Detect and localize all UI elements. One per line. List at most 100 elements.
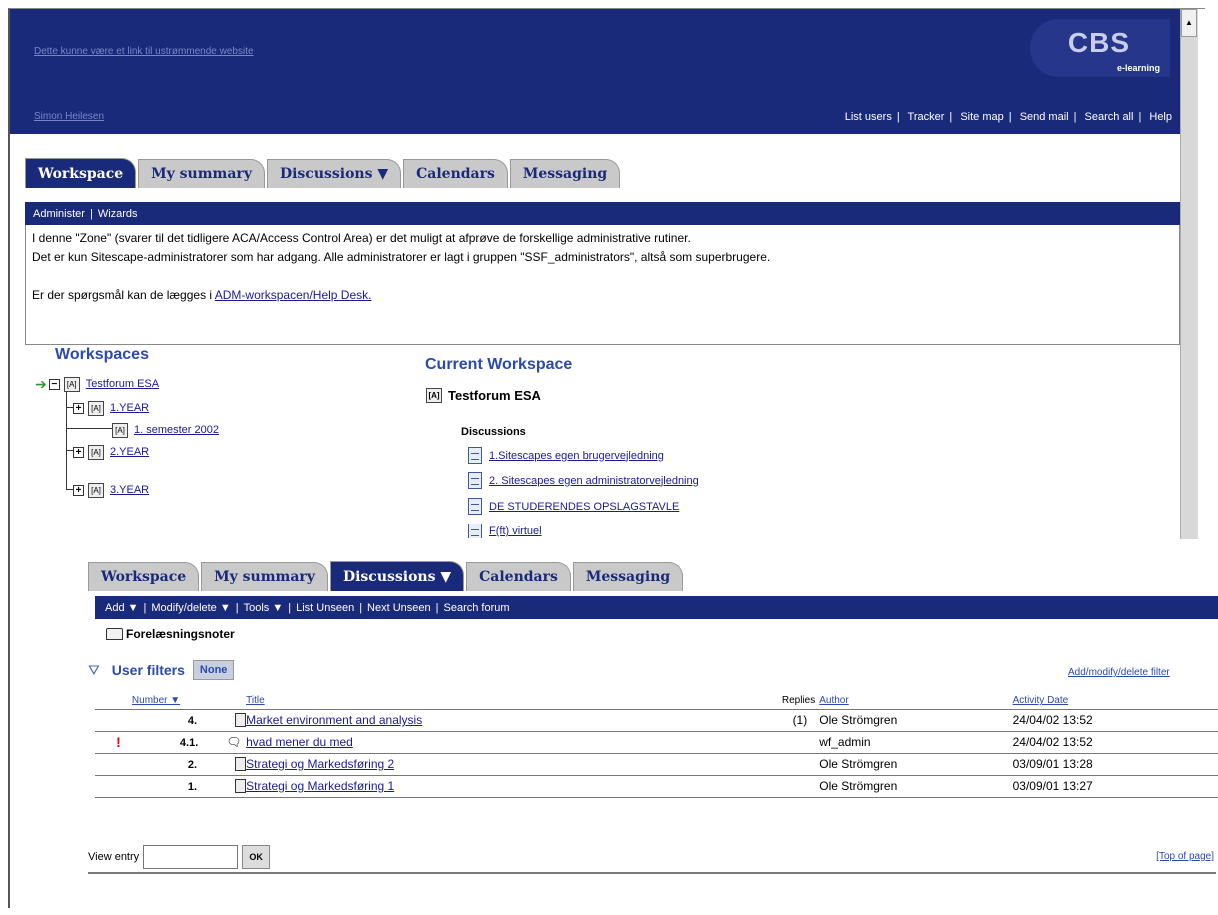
wizards-link[interactable]: Wizards	[98, 208, 138, 220]
discussion-link[interactable]: 1.Sitescapes egen brugervejledning	[489, 450, 664, 462]
collapse-icon[interactable]: −	[48, 378, 60, 390]
discussions-label: Discussions	[461, 426, 526, 438]
user-filters: ⛛ User filters None	[88, 660, 235, 680]
add-menu[interactable]: Add ▼	[105, 602, 139, 614]
discussion-toolbar: Add ▼ | Modify/delete ▼ | Tools ▼ | List Un…	[95, 596, 1218, 619]
tab-my-summary[interactable]: My summary	[138, 159, 265, 188]
entry-number: 1.	[187, 780, 198, 793]
table-row[interactable]: 4. Market environment and analysis (1) Ole …	[95, 708, 1218, 731]
modify-filters-link[interactable]: Add/modify/delete filter	[1068, 667, 1170, 678]
current-workspace-title: Current Workspace	[425, 356, 573, 373]
top-of-page-link[interactable]: [Top of page]	[1156, 851, 1214, 862]
cbs-logo: CBS e-learning	[1030, 19, 1170, 77]
entry-title-link[interactable]: hvad mener du med	[246, 735, 353, 749]
workspaces-title: Workspaces	[55, 346, 149, 363]
discussion-item: DE STUDERENDES OPSLAGSTAVLE	[468, 498, 679, 515]
intro-line-3-text: Er der spørgsmål kan de lægges i	[32, 288, 215, 302]
link-site-map[interactable]: Site map	[960, 111, 1003, 123]
tree-link-3year[interactable]: 3.YEAR	[110, 484, 149, 496]
discussion-link[interactable]: DE STUDERENDES OPSLAGSTAVLE	[489, 501, 679, 513]
link-list-users[interactable]: List users	[845, 111, 892, 123]
folder-icon	[106, 628, 123, 640]
expand-icon[interactable]: +	[73, 446, 84, 458]
table-row[interactable]: 2. Strategi og Markedsføring 2 Ole Strömgr…	[95, 752, 1218, 775]
col-number[interactable]: Number ▼	[128, 693, 246, 709]
current-workspace-name: [A] Testforum ESA	[426, 388, 541, 403]
col-title[interactable]: Title	[246, 693, 719, 709]
view-entry-input[interactable]	[143, 845, 239, 869]
discussion-link[interactable]: 2. Sitescapes egen administratorvejledni…	[489, 475, 699, 487]
tools-menu[interactable]: Tools ▼	[244, 602, 284, 614]
view-entry-bar: View entry OK [Top of page]	[88, 842, 1216, 874]
tree-link-testforum[interactable]: Testforum ESA	[86, 378, 159, 390]
tab-messaging[interactable]: Messaging	[509, 159, 621, 188]
workspace-icon: [A]	[88, 444, 104, 460]
logo-subtext: e-learning	[1116, 63, 1160, 73]
tree-link-semester[interactable]: 1. semester 2002	[134, 424, 219, 436]
logo-text: CBS	[1067, 27, 1130, 58]
scroll-up-arrow-icon[interactable]: ▲	[1181, 9, 1197, 37]
filter-select[interactable]: None	[192, 660, 235, 680]
link-send-mail[interactable]: Send mail	[1020, 111, 1069, 123]
discussion-item: F(ft) virtuel	[468, 524, 542, 538]
entry-date: 03/09/01 13:28	[1012, 757, 1093, 771]
top-link[interactable]: Dette kunne være et link til ustrømmende…	[34, 46, 254, 57]
tree-item-3year: + [A] 3.YEAR	[73, 480, 149, 500]
forum-name: Forelæsningsnoter	[126, 627, 235, 641]
tab-discussions[interactable]: Discussions ▼	[329, 561, 465, 591]
entry-date: 03/09/01 13:27	[1012, 779, 1093, 793]
expand-icon[interactable]: +	[73, 402, 84, 414]
entry-title-link[interactable]: Strategi og Markedsføring 1	[246, 779, 394, 793]
modify-delete-menu[interactable]: Modify/delete ▼	[151, 602, 230, 614]
tab-workspace[interactable]: Workspace	[88, 562, 200, 591]
expand-icon[interactable]: +	[73, 484, 84, 496]
tab-workspace[interactable]: Workspace	[25, 158, 137, 188]
link-tracker[interactable]: Tracker	[908, 111, 945, 123]
tab-discussions[interactable]: Discussions ▼	[266, 159, 402, 188]
entry-number: 2.	[187, 758, 198, 771]
vertical-scrollbar[interactable]	[1180, 9, 1198, 539]
table-row[interactable]: ! 4.1. 🗨 hvad mener du med wf_admin 24/04/02 …	[95, 730, 1218, 753]
help-desk-link[interactable]: ADM-workspacen/Help Desk.	[215, 288, 372, 302]
list-unseen-link[interactable]: List Unseen	[296, 602, 354, 614]
priority-flag: !	[116, 734, 121, 750]
next-unseen-link[interactable]: Next Unseen	[367, 602, 431, 614]
entry-author: Ole Strömgren	[819, 757, 898, 771]
administer-link[interactable]: Administer	[33, 208, 85, 220]
entry-title-link[interactable]: Strategi og Markedsføring 2	[246, 757, 394, 771]
header-banner: Dette kunne være et link til ustrømmende…	[10, 9, 1180, 134]
tab-calendars[interactable]: Calendars	[403, 159, 508, 188]
link-help[interactable]: Help	[1149, 111, 1172, 123]
current-arrow-icon: ➔	[35, 375, 47, 392]
col-activity-date[interactable]: Activity Date	[1013, 693, 1218, 709]
tab-calendars[interactable]: Calendars	[466, 562, 571, 591]
tree-link-1year[interactable]: 1.YEAR	[110, 402, 149, 414]
entries-table: Number ▼ Title Replies Author Activity D…	[95, 693, 1218, 798]
discussion-icon	[468, 498, 482, 515]
entry-title-link[interactable]: Market environment and analysis	[246, 713, 422, 727]
col-author[interactable]: Author	[819, 693, 1012, 709]
document-icon	[235, 713, 247, 728]
tab-my-summary[interactable]: My summary	[201, 562, 328, 591]
tab-messaging[interactable]: Messaging	[572, 562, 684, 591]
entry-number: 4.	[187, 714, 198, 727]
workspace-icon: [A]	[88, 400, 104, 416]
user-link[interactable]: Simon Heilesen	[34, 111, 104, 122]
link-search-all[interactable]: Search all	[1085, 111, 1134, 123]
discussion-tabs: Workspace My summary Discussions ▼ Calen…	[88, 561, 685, 591]
table-row[interactable]: 1. Strategi og Markedsføring 1 Ole Strömgr…	[95, 774, 1218, 798]
entry-author: wf_admin	[819, 735, 871, 749]
tree-link-2year[interactable]: 2.YEAR	[110, 446, 149, 458]
workspace-subbar: Administer | Wizards	[25, 202, 1180, 225]
ok-button[interactable]: OK	[242, 845, 271, 869]
entry-replies: (1)	[792, 713, 808, 727]
search-forum-link[interactable]: Search forum	[444, 602, 510, 614]
discussion-link[interactable]: F(ft) virtuel	[489, 525, 542, 537]
col-replies: Replies	[781, 695, 816, 707]
reply-bubble-icon: 🗨	[226, 735, 242, 749]
current-workspace-label: Testforum ESA	[448, 388, 541, 403]
user-filters-label: User filters	[111, 662, 185, 678]
entry-author: Ole Strömgren	[819, 779, 898, 793]
entry-date: 24/04/02 13:52	[1012, 713, 1093, 727]
entry-date: 24/04/02 13:52	[1012, 735, 1093, 749]
